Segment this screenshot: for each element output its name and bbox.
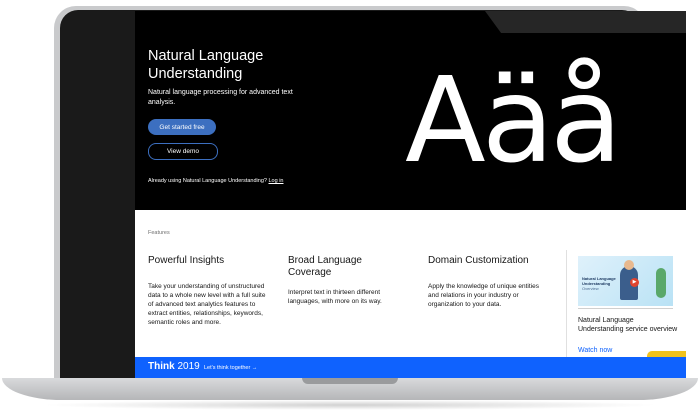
hero-section: Natural Language Understanding Natural l…	[135, 11, 686, 210]
laptop-shadow	[40, 400, 660, 410]
login-link[interactable]: Log in	[268, 178, 283, 184]
thumbnail-title: Natural Language Understanding	[582, 276, 616, 286]
card-divider	[578, 308, 673, 309]
feature-title: Powerful Insights	[148, 255, 225, 266]
laptop-base-notch	[302, 378, 398, 384]
hero-stripe	[485, 11, 686, 33]
get-started-button[interactable]: Get started free	[148, 119, 216, 135]
page-title: Natural Language Understanding	[148, 48, 264, 82]
feature-title: Broad Language Coverage	[288, 255, 362, 278]
think-together-link[interactable]: Let's think together →	[204, 364, 257, 372]
feature-domain-customization: Domain Customization Apply the knowledge…	[428, 255, 546, 309]
hero-glyph-illustration: Aäå	[405, 51, 622, 189]
think-brand-year: 2019	[177, 361, 200, 372]
feature-body: Take your understanding of unstructured …	[148, 283, 266, 326]
play-icon[interactable]: ▶	[630, 278, 639, 287]
watch-now-link[interactable]: Watch now	[578, 347, 612, 354]
think-brand: Think 2019	[148, 361, 200, 373]
login-prompt: Already using Natural Language Understan…	[148, 177, 298, 185]
thumbnail-caption: Natural Language Understanding Overview	[582, 276, 622, 291]
thumbnail-subtitle: Overview	[582, 286, 599, 291]
feature-powerful-insights: Powerful Insights Take your understandin…	[148, 255, 266, 327]
feature-broad-language-coverage: Broad Language Coverage Interpret text i…	[288, 255, 406, 306]
laptop-screen: Natural Language Understanding Natural l…	[135, 11, 686, 381]
features-label: Features	[148, 230, 170, 236]
hero-subtitle: Natural language processing for advanced…	[148, 89, 293, 106]
video-title: Natural Language Understanding service o…	[578, 317, 678, 333]
feature-title: Domain Customization	[428, 255, 529, 266]
think-brand-name: Think	[148, 361, 175, 372]
feature-body: Apply the knowledge of unique entities a…	[428, 283, 539, 308]
video-thumbnail[interactable]: Natural Language Understanding Overview …	[578, 256, 673, 306]
video-card: Natural Language Understanding Overview …	[566, 250, 686, 360]
view-demo-button[interactable]: View demo	[148, 143, 218, 160]
login-prefix-text: Already using Natural Language Understan…	[148, 178, 267, 184]
laptop-bezel: Natural Language Understanding Natural l…	[60, 10, 686, 392]
feature-body: Interpret text in thirteen different lan…	[288, 289, 382, 305]
presenter-head	[624, 260, 634, 270]
plant-illustration	[656, 268, 666, 298]
